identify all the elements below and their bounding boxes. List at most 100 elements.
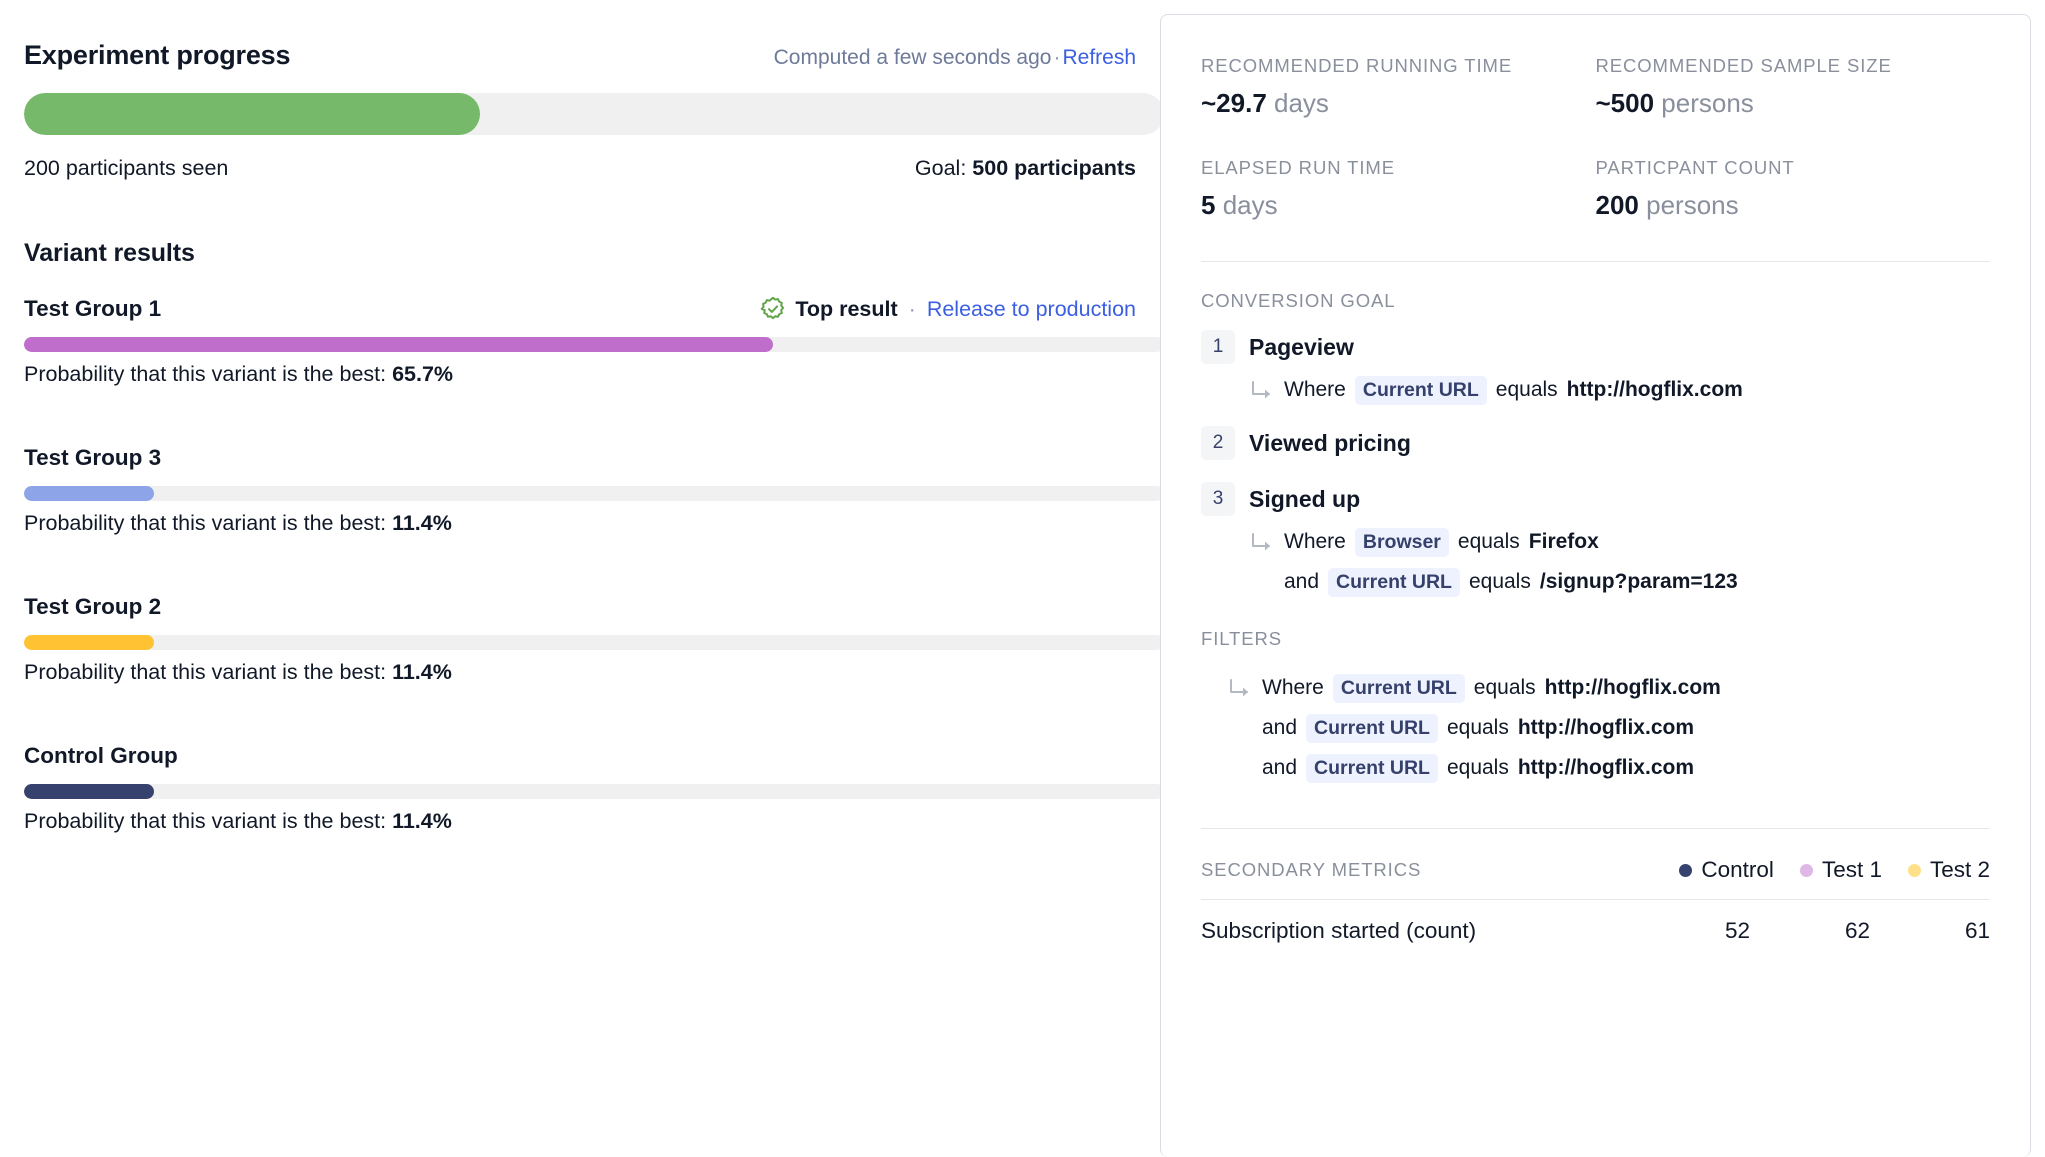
condition-row: and Current URL equals http://hogflix.com	[1227, 748, 1990, 788]
verified-seal-icon	[760, 296, 786, 322]
secondary-metrics-header: Secondary metrics Control Test 1 Test 2	[1201, 857, 1990, 883]
release-to-production-link[interactable]: Release to production	[927, 297, 1136, 322]
step-spacer	[1201, 466, 1990, 482]
condition-value: http://hogflix.com	[1566, 378, 1743, 401]
condition-row: Where Current URL equals http://hogflix.com	[1227, 668, 1990, 708]
metric-label: Recommended running time	[1201, 55, 1513, 76]
variant-spacer	[24, 409, 1136, 443]
condition-property-pill[interactable]: Current URL	[1328, 567, 1460, 597]
variant-block: Test Group 3 Probability that this varian…	[24, 443, 1164, 536]
condition-prefix: and	[1262, 756, 1298, 779]
condition-property-pill[interactable]: Current URL	[1332, 673, 1465, 703]
metric-unit: days	[1274, 88, 1329, 118]
experiment-progress-panel: Experiment progress Computed a few secon…	[0, 0, 1164, 1157]
computed-status: Computed a few seconds ago·Refresh	[774, 46, 1136, 70]
progress-header: Experiment progress Computed a few secon…	[24, 40, 1136, 71]
legend-chip: Test 1	[1799, 857, 1882, 883]
variant-spacer	[24, 558, 1136, 592]
condition-operator: equals	[1457, 530, 1520, 553]
branch-arrow-icon	[1227, 677, 1253, 699]
condition-prefix: and	[1262, 716, 1298, 739]
progress-legend: 200 participants seen Goal: 500 particip…	[24, 156, 1136, 181]
metric-value: ~500 persons	[1595, 88, 1754, 118]
metric-label: Recommended sample size	[1595, 55, 1892, 76]
condition-operator: equals	[1473, 676, 1536, 699]
branch-arrow-icon	[1249, 531, 1275, 553]
step-header: 2 Viewed pricing	[1201, 426, 1990, 460]
variant-name: Test Group 3	[24, 445, 162, 470]
legend-label: Test 1	[1821, 857, 1882, 882]
step-number: 1	[1201, 330, 1235, 364]
variant-results-title: Variant results	[24, 239, 195, 267]
top-result-badge: Top result · Release to production	[760, 296, 1136, 322]
variant-probability-value: 11.4%	[392, 511, 452, 535]
step-header: 1 Pageview	[1201, 330, 1990, 364]
legend-color-dot	[1679, 863, 1693, 877]
step-name: Viewed pricing	[1249, 430, 1411, 456]
condition-row: Where Browser equals Firefox	[1249, 522, 1990, 562]
top-result-label: Top result	[795, 296, 898, 321]
variant-probability-text: Probability that this variant is the bes…	[24, 660, 452, 684]
page-title: Experiment progress	[24, 40, 291, 70]
progress-bar-fill	[24, 93, 480, 135]
step-header: 3 Signed up	[1201, 482, 1990, 516]
variant-bar-fill	[24, 635, 154, 650]
step-name: Signed up	[1249, 486, 1361, 512]
variant-list: Test Group 1 Top result · Release to produc…	[24, 294, 1164, 834]
metric-unit: persons	[1646, 190, 1739, 220]
variant-header: Test Group 1 Top result · Release to produc…	[24, 294, 1136, 324]
variant-probability-value: 11.4%	[392, 660, 452, 684]
metric-label: Elapsed run time	[1201, 157, 1395, 178]
experiment-results-screen: Experiment progress Computed a few secon…	[0, 0, 2045, 1157]
top-result-separator: ·	[908, 296, 916, 321]
metric-cell: Recommended running time ~29.7 days	[1201, 55, 1596, 119]
condition-operator: equals	[1446, 716, 1509, 739]
table-row: Subscription started (count) 52 62 61	[1201, 900, 1990, 950]
step-name: Pageview	[1249, 334, 1354, 360]
condition-property-pill[interactable]: Browser	[1354, 527, 1449, 557]
step-number: 3	[1201, 482, 1235, 516]
participants-seen-label: 200 participants seen	[24, 156, 229, 180]
condition-property-pill[interactable]: Current URL	[1306, 713, 1438, 743]
refresh-link[interactable]: Refresh	[1062, 46, 1136, 69]
metrics-grid: Recommended running time ~29.7 days Recomm…	[1201, 55, 1990, 221]
metric-unit: persons	[1661, 88, 1754, 118]
condition-operator: equals	[1495, 378, 1558, 401]
metric-cell: Elapsed run time 5 days	[1201, 157, 1596, 221]
goal-prefix: Goal:	[914, 156, 973, 180]
variant-probability-bar	[24, 486, 1164, 501]
metric-value: 5 days	[1201, 190, 1278, 220]
variant-bar-fill	[24, 784, 154, 799]
step-conditions: Where Browser equals Firefox and Current URL e…	[1249, 522, 1990, 602]
variant-block: Control Group Probability that this varia…	[24, 741, 1164, 834]
legend-label: Test 2	[1929, 857, 1990, 882]
variant-header: Control Group	[24, 741, 1136, 771]
condition-value: http://hogflix.com	[1517, 716, 1695, 739]
experiment-details-panel: Recommended running time ~29.7 days Recomm…	[1160, 14, 2031, 1157]
step-conditions: Where Current URL equals http://hogflix.com	[1249, 370, 1990, 410]
condition-prefix: Where	[1284, 378, 1346, 401]
metric-label: Particpant count	[1595, 157, 1795, 178]
condition-property-pill[interactable]: Current URL	[1306, 753, 1438, 783]
legend-color-dot	[1799, 863, 1813, 877]
condition-row: and Current URL equals/signup?param=123	[1249, 562, 1990, 602]
conversion-step: 1 Pageview Where Current URL equals http://ho…	[1201, 330, 1990, 410]
variant-block: Test Group 1 Top result · Release to produc…	[24, 294, 1164, 387]
condition-operator: equals	[1468, 570, 1531, 593]
variant-bar-fill	[24, 337, 773, 352]
variant-probability-text: Probability that this variant is the bes…	[24, 809, 452, 833]
experiment-progress-bar	[24, 93, 1164, 135]
secondary-metrics-legend: Control Test 1 Test 2	[1679, 857, 1990, 883]
legend-color-dot	[1907, 863, 1921, 877]
condition-value: http://hogflix.com	[1544, 676, 1721, 699]
variant-header: Test Group 2	[24, 592, 1136, 622]
metric-value: 200 persons	[1595, 190, 1739, 220]
variant-probability-text: Probability that this variant is the bes…	[24, 511, 452, 535]
metric-value: ~29.7 days	[1201, 88, 1329, 118]
metric-cell: Particpant count 200 persons	[1596, 157, 1991, 221]
condition-property-pill[interactable]: Current URL	[1354, 375, 1487, 405]
variant-name: Control Group	[24, 743, 178, 768]
filters-section: Filters Where Current URL equals http://hog…	[1201, 628, 1990, 788]
conversion-goal-steps: 1 Pageview Where Current URL equals http://ho…	[1201, 330, 1990, 602]
metric-number-cell: 62	[1844, 918, 1870, 943]
